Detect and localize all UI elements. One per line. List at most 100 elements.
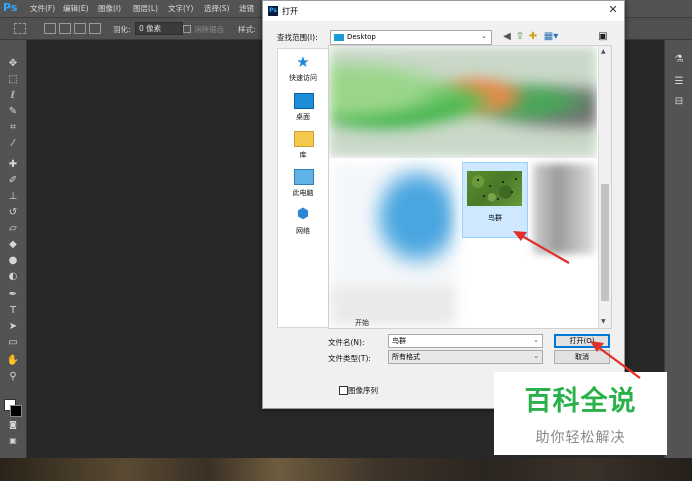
menu-type[interactable]: 文字(Y)	[168, 3, 193, 14]
scrollbar-thumb[interactable]	[601, 184, 609, 301]
menu-select[interactable]: 选择(S)	[204, 3, 230, 14]
selected-file-birds[interactable]: 鸟群	[462, 162, 528, 238]
place-network[interactable]: ⬢ 网络	[278, 207, 328, 241]
close-icon[interactable]: ✕	[607, 4, 619, 16]
partial-file-label: 开始	[355, 319, 369, 327]
new-selection-icon[interactable]	[44, 23, 56, 34]
place-desktop[interactable]: 桌面	[278, 93, 328, 127]
blurred-thumbnail[interactable]	[533, 164, 595, 254]
place-quick-access[interactable]: ★ 快速访问	[278, 53, 328, 89]
place-label: 此电脑	[292, 189, 314, 197]
place-label: 库	[299, 151, 307, 159]
intersect-selection-icon[interactable]	[89, 23, 101, 34]
blurred-thumbnails-row	[329, 46, 597, 158]
file-type-value: 所有格式	[392, 353, 420, 361]
menu-edit[interactable]: 编辑(E)	[63, 3, 89, 14]
up-folder-icon[interactable]: ⇧	[514, 31, 526, 43]
watermark: 百科全说 助你轻松解决	[494, 372, 667, 455]
library-icon	[294, 131, 314, 147]
blurred-thumbnail[interactable]	[331, 286, 455, 326]
place-this-pc[interactable]: 此电脑	[278, 169, 328, 203]
chevron-down-icon[interactable]: ⌄	[533, 352, 539, 360]
path-select-tool-icon[interactable]: ➤	[6, 321, 20, 333]
stamp-tool-icon[interactable]: ⊥	[6, 191, 20, 203]
scroll-down-icon[interactable]: ▼	[601, 318, 606, 325]
marquee-tool-icon[interactable]: ⬚	[6, 74, 20, 86]
network-icon: ⬢	[296, 206, 310, 222]
open-dialog: Ps 打开 ✕ 查找范围(I): Desktop ⌄ ◀ ⇧ ✚ ▦▾ ▣ ★ …	[262, 0, 625, 409]
dialog-titlebar[interactable]: Ps 打开 ✕	[263, 1, 624, 21]
vertical-scrollbar[interactable]: ▲ ▼	[598, 46, 611, 328]
dodge-tool-icon[interactable]: ◐	[6, 271, 20, 283]
menu-file[interactable]: 文件(F)	[30, 3, 55, 14]
place-label: 桌面	[296, 113, 310, 121]
antialias-label: 消除锯齿	[194, 25, 224, 34]
dialog-title: 打开	[282, 7, 298, 16]
marquee-preset-icon[interactable]	[14, 23, 26, 34]
lasso-tool-icon[interactable]: ℓ	[6, 90, 20, 102]
eyedropper-tool-icon[interactable]: ⁄	[6, 138, 20, 150]
image-sequence-checkbox[interactable]	[339, 386, 348, 395]
open-button[interactable]: 打开(O)	[554, 334, 610, 348]
back-icon[interactable]: ◀	[501, 31, 513, 43]
file-name-label: 文件名(N):	[328, 338, 365, 347]
photoshop-icon: Ps	[268, 6, 278, 16]
add-selection-icon[interactable]	[59, 23, 71, 34]
place-libraries[interactable]: 库	[278, 131, 328, 165]
view-menu-icon[interactable]: ▦▾	[542, 31, 560, 43]
look-in-label: 查找范围(I):	[277, 33, 318, 42]
birds-thumbnail-image	[467, 171, 522, 206]
desktop-shortcut-icon[interactable]: ▣	[597, 31, 609, 43]
history-brush-tool-icon[interactable]: ↺	[6, 207, 20, 219]
type-tool-icon[interactable]: T	[6, 305, 20, 317]
tool-presets-icon[interactable]: ⚗	[673, 54, 685, 66]
star-icon: ★	[296, 53, 310, 71]
zoom-tool-icon[interactable]: ⚲	[6, 371, 20, 383]
adjustments-icon[interactable]: ☰	[673, 76, 685, 88]
menu-filter[interactable]: 滤镜	[239, 3, 254, 14]
new-folder-icon[interactable]: ✚	[527, 31, 539, 43]
layers-panel-icon[interactable]: ⊟	[673, 96, 685, 108]
place-label: 网络	[296, 227, 310, 235]
hand-tool-icon[interactable]: ✋	[6, 355, 20, 367]
background-color-swatch[interactable]	[10, 405, 22, 417]
scroll-up-icon[interactable]: ▲	[601, 48, 606, 55]
healing-tool-icon[interactable]: ✚	[6, 159, 20, 171]
paint-bucket-tool-icon[interactable]: ◆	[6, 239, 20, 251]
style-label: 样式:	[238, 25, 256, 34]
blurred-thumbnail[interactable]	[329, 46, 597, 158]
file-type-select[interactable]: 所有格式 ⌄	[388, 350, 543, 364]
menu-layer[interactable]: 图层(L)	[133, 3, 158, 14]
tools-panel: ✥ ⬚ ℓ ✎ ⌗ ⁄ ✚ ✐ ⊥ ↺ ▱ ◆ ● ◐ ✒ T ➤ ▭ ✋ ⚲ …	[0, 40, 27, 458]
selected-file-label: 鸟群	[488, 214, 502, 222]
cancel-button[interactable]: 取消	[554, 350, 610, 364]
photoshop-logo: Ps	[3, 1, 18, 14]
blur-tool-icon[interactable]: ●	[6, 255, 20, 267]
chevron-down-icon: ⌄	[481, 32, 487, 40]
computer-icon	[294, 169, 314, 185]
move-tool-icon[interactable]: ✥	[6, 58, 20, 70]
antialias-checkbox[interactable]	[183, 25, 191, 33]
brush-tool-icon[interactable]: ✐	[6, 175, 20, 187]
menu-image[interactable]: 图像(I)	[98, 3, 121, 14]
quick-mask-icon[interactable]: ◙	[6, 419, 20, 431]
watermark-subtitle: 助你轻松解决	[535, 430, 626, 446]
desktop-icon	[294, 93, 314, 109]
feather-input[interactable]: 0 像素	[135, 22, 183, 35]
quick-select-tool-icon[interactable]: ✎	[6, 106, 20, 118]
image-sequence-label: 图像序列	[348, 386, 378, 395]
file-name-input[interactable]: 鸟群 ⌄	[388, 334, 543, 348]
file-list: 鸟群 开始 ▲ ▼	[328, 45, 612, 329]
look-in-select[interactable]: Desktop ⌄	[330, 30, 492, 45]
eraser-tool-icon[interactable]: ▱	[6, 223, 20, 235]
pen-tool-icon[interactable]: ✒	[6, 289, 20, 301]
screen-mode-icon[interactable]: ▣	[6, 435, 20, 447]
folder-icon	[334, 34, 344, 41]
place-label: 快速访问	[289, 74, 317, 82]
crop-tool-icon[interactable]: ⌗	[6, 122, 20, 134]
subtract-selection-icon[interactable]	[74, 23, 86, 34]
chevron-down-icon[interactable]: ⌄	[533, 336, 539, 344]
look-in-value: Desktop	[347, 33, 376, 41]
right-panel-strip: ⚗ ☰ ⊟	[664, 40, 692, 458]
shape-tool-icon[interactable]: ▭	[6, 337, 20, 349]
